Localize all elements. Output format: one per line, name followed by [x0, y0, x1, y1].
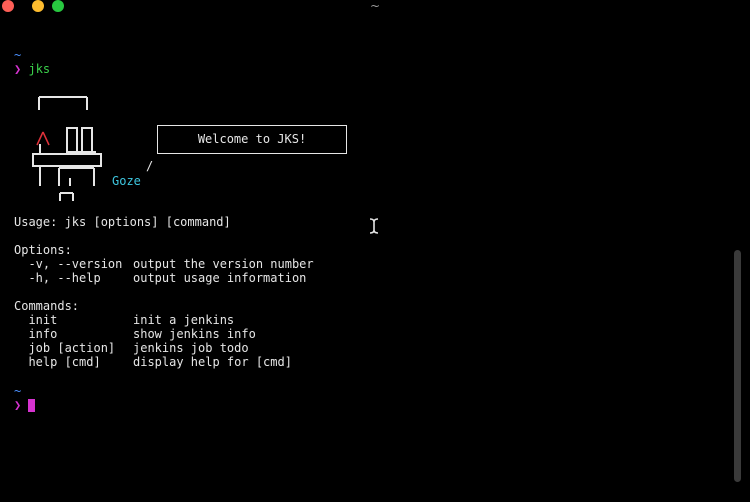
text-cursor-ibeam-icon [369, 218, 379, 234]
command-row: init init a jenkins [14, 313, 234, 327]
usage-line: Usage: jks [options] [command] [14, 215, 231, 229]
speech-slash: / [146, 159, 154, 173]
option-flag: -v, --version [14, 257, 123, 271]
option-flag: -h, --help [14, 271, 101, 285]
vertical-scrollbar[interactable] [734, 250, 741, 482]
command-name: help [cmd] [14, 355, 101, 369]
commands-header: Commands: [14, 299, 80, 313]
command-row: help [cmd] display help for [cmd] [14, 355, 292, 369]
author-name: Goze [112, 174, 141, 188]
option-description: output the version number [133, 257, 314, 271]
option-row: -v, --version output the version number [14, 257, 314, 271]
jks-ascii-art-robot [32, 96, 102, 201]
terminal-cursor [28, 399, 35, 412]
command-description: show jenkins info [133, 327, 256, 341]
command-name: info [14, 327, 58, 341]
command-description: init a jenkins [133, 313, 235, 327]
command-name: job [action] [14, 341, 116, 355]
command-name: init [14, 313, 58, 327]
option-row: -h, --help output usage information [14, 271, 306, 285]
options-header: Options: [14, 243, 72, 257]
prompt-symbol: ❯ [14, 398, 22, 412]
command-description: jenkins job todo [133, 341, 249, 355]
welcome-banner: Welcome to JKS! [157, 125, 347, 154]
command-description: display help for [cmd] [133, 355, 292, 369]
option-description: output usage information [133, 271, 307, 285]
command-row: job [action] jenkins job todo [14, 341, 249, 355]
command-row: info show jenkins info [14, 327, 256, 341]
prompt-directory: ~ [14, 384, 22, 398]
